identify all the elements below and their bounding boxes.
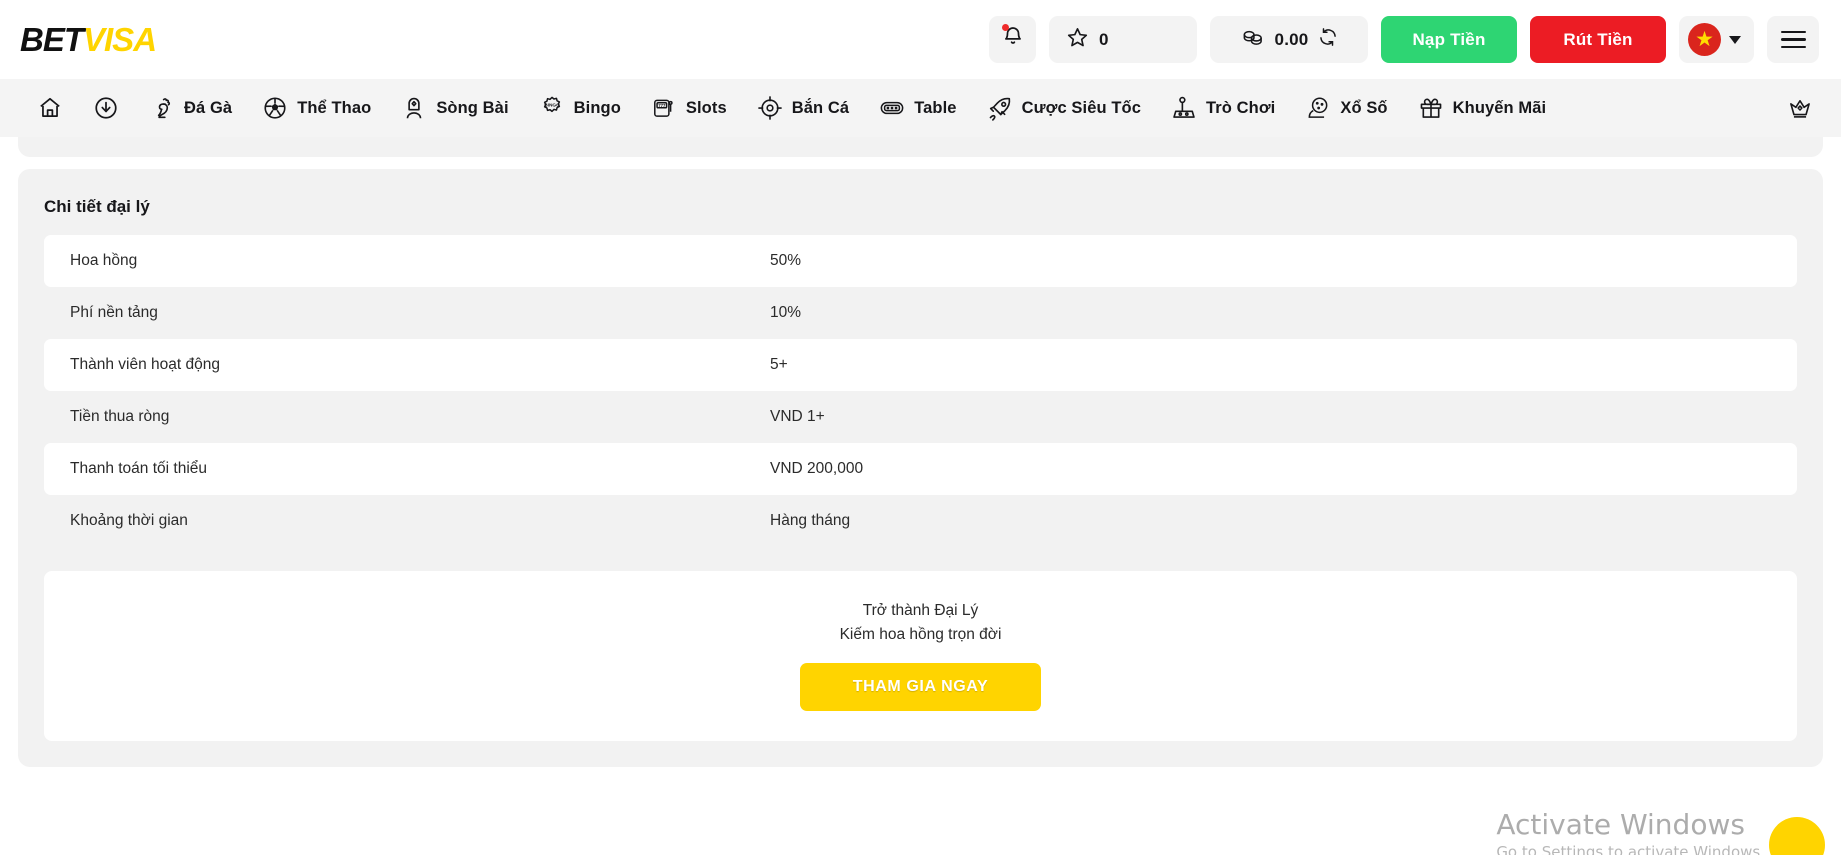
- cta-line-2: Kiếm hoa hồng trọn đời: [64, 623, 1777, 647]
- nav-item-song-bai[interactable]: Sòng Bài: [386, 79, 523, 137]
- table-row: Phí nền tảng 10%: [44, 287, 1797, 339]
- detail-value: VND 1+: [770, 408, 825, 426]
- nav-item-khuyen-mai[interactable]: Khuyến Mãi: [1403, 79, 1562, 137]
- joystick-icon: [1171, 95, 1197, 121]
- detail-label: Hoa hồng: [70, 252, 770, 270]
- nav-label: Cược Siêu Tốc: [1022, 99, 1141, 118]
- hamburger-line: [1781, 46, 1806, 49]
- nav-item-the-thao[interactable]: Thể Thao: [247, 79, 386, 137]
- page-title: Chi tiết đại lý: [44, 197, 1797, 217]
- rocket-icon: [987, 95, 1013, 121]
- brand-logo-visa: VISA: [83, 21, 156, 58]
- nav-label: Đá Gà: [184, 99, 232, 118]
- join-agent-cta: Trở thành Đại Lý Kiếm hoa hồng trọn đời …: [44, 571, 1797, 741]
- download-circle-icon: [93, 95, 119, 121]
- agent-details-card: Chi tiết đại lý Hoa hồng 50% Phí nền tản…: [18, 169, 1823, 767]
- balance-button[interactable]: 0.00: [1210, 16, 1368, 63]
- notifications-button[interactable]: [989, 16, 1036, 63]
- nav-label: Xổ Số: [1340, 99, 1387, 118]
- table-row: Tiền thua ròng VND 1+: [44, 391, 1797, 443]
- rooster-icon: [149, 95, 175, 121]
- detail-value: 10%: [770, 304, 801, 322]
- table-games-icon: [879, 95, 905, 121]
- join-now-button[interactable]: THAM GIA NGAY: [800, 663, 1041, 711]
- main-navigation: Đá Gà Thể Thao Sòng Bài BINGO: [0, 79, 1841, 137]
- favorites-count: 0: [1099, 30, 1109, 50]
- hamburger-menu-button[interactable]: [1767, 16, 1819, 63]
- gift-icon: [1418, 95, 1444, 121]
- nav-item-ban-ca[interactable]: Bắn Cá: [742, 79, 864, 137]
- site-header: BETVISA 0: [0, 0, 1841, 79]
- nav-label: Thể Thao: [297, 99, 371, 118]
- lottery-balls-icon: [1305, 95, 1331, 121]
- favorites-button[interactable]: 0: [1049, 16, 1197, 63]
- svg-text:777: 777: [658, 103, 666, 108]
- chevron-down-icon: [1729, 36, 1741, 44]
- table-row: Khoảng thời gian Hàng tháng: [44, 495, 1797, 547]
- withdraw-button[interactable]: Rút Tiền: [1530, 16, 1666, 63]
- nav-item-table[interactable]: Table: [864, 79, 971, 137]
- nav-item-home[interactable]: [22, 79, 78, 137]
- previous-card-peek: [18, 137, 1823, 157]
- soccer-ball-icon: [262, 95, 288, 121]
- nav-item-download[interactable]: [78, 79, 134, 137]
- nav-label: Table: [914, 99, 956, 118]
- coins-icon: [1240, 26, 1265, 54]
- detail-value: 5+: [770, 356, 788, 374]
- detail-label: Thành viên hoạt động: [70, 356, 770, 374]
- table-row: Hoa hồng 50%: [44, 235, 1797, 287]
- hamburger-line: [1781, 31, 1806, 34]
- nav-label: Bingo: [574, 99, 621, 118]
- nav-item-da-ga[interactable]: Đá Gà: [134, 79, 247, 137]
- svg-text:BINGO: BINGO: [544, 102, 560, 108]
- home-icon: [37, 95, 63, 121]
- nav-item-tro-choi[interactable]: Trò Chơi: [1156, 79, 1290, 137]
- page-content: Chi tiết đại lý Hoa hồng 50% Phí nền tản…: [0, 137, 1841, 855]
- target-icon: [757, 95, 783, 121]
- table-row: Thanh toán tối thiểu VND 200,000: [44, 443, 1797, 495]
- nav-item-slots[interactable]: 777 Slots: [636, 79, 742, 137]
- table-row: Thành viên hoạt động 5+: [44, 339, 1797, 391]
- nav-item-cuoc-sieu-toc[interactable]: Cược Siêu Tốc: [972, 79, 1156, 137]
- windows-activation-watermark: Activate Windows Go to Settings to activ…: [1496, 808, 1765, 855]
- detail-label: Tiền thua ròng: [70, 408, 770, 426]
- brand-logo[interactable]: BETVISA: [20, 23, 156, 56]
- nav-item-vip[interactable]: [1772, 79, 1825, 137]
- nav-label: Sòng Bài: [436, 99, 508, 118]
- cta-line-1: Trở thành Đại Lý: [64, 599, 1777, 623]
- brand-logo-bet: BET: [20, 21, 83, 58]
- hamburger-line: [1781, 38, 1806, 41]
- nav-label: Slots: [686, 99, 727, 118]
- casino-dealer-icon: [401, 95, 427, 121]
- nav-item-bingo[interactable]: BINGO Bingo: [524, 79, 636, 137]
- deposit-button[interactable]: Nạp Tiền: [1381, 16, 1517, 63]
- nav-label: Trò Chơi: [1206, 99, 1275, 118]
- crown-icon: [1787, 95, 1813, 121]
- header-actions: 0 0.00 Nạp Tiền R: [989, 16, 1819, 63]
- balance-amount: 0.00: [1275, 30, 1309, 50]
- detail-value: VND 200,000: [770, 460, 863, 478]
- notification-badge-dot: [1002, 24, 1009, 31]
- detail-label: Thanh toán tối thiểu: [70, 460, 770, 478]
- language-selector[interactable]: ★: [1679, 16, 1754, 63]
- floating-action-button[interactable]: [1769, 817, 1825, 855]
- detail-value: 50%: [770, 252, 801, 270]
- watermark-subtitle: Go to Settings to activate Windows.: [1496, 842, 1765, 855]
- detail-label: Khoảng thời gian: [70, 512, 770, 530]
- nav-label: Khuyến Mãi: [1453, 99, 1547, 118]
- vietnam-flag-icon: ★: [1688, 23, 1721, 56]
- slot-machine-icon: 777: [651, 95, 677, 121]
- detail-value: Hàng tháng: [770, 512, 850, 530]
- star-icon: [1066, 26, 1089, 54]
- refresh-icon[interactable]: [1318, 27, 1338, 52]
- nav-item-xo-so[interactable]: Xổ Số: [1290, 79, 1402, 137]
- detail-label: Phí nền tảng: [70, 304, 770, 322]
- nav-label: Bắn Cá: [792, 99, 849, 118]
- watermark-title: Activate Windows: [1496, 808, 1765, 842]
- bingo-icon: BINGO: [539, 95, 565, 121]
